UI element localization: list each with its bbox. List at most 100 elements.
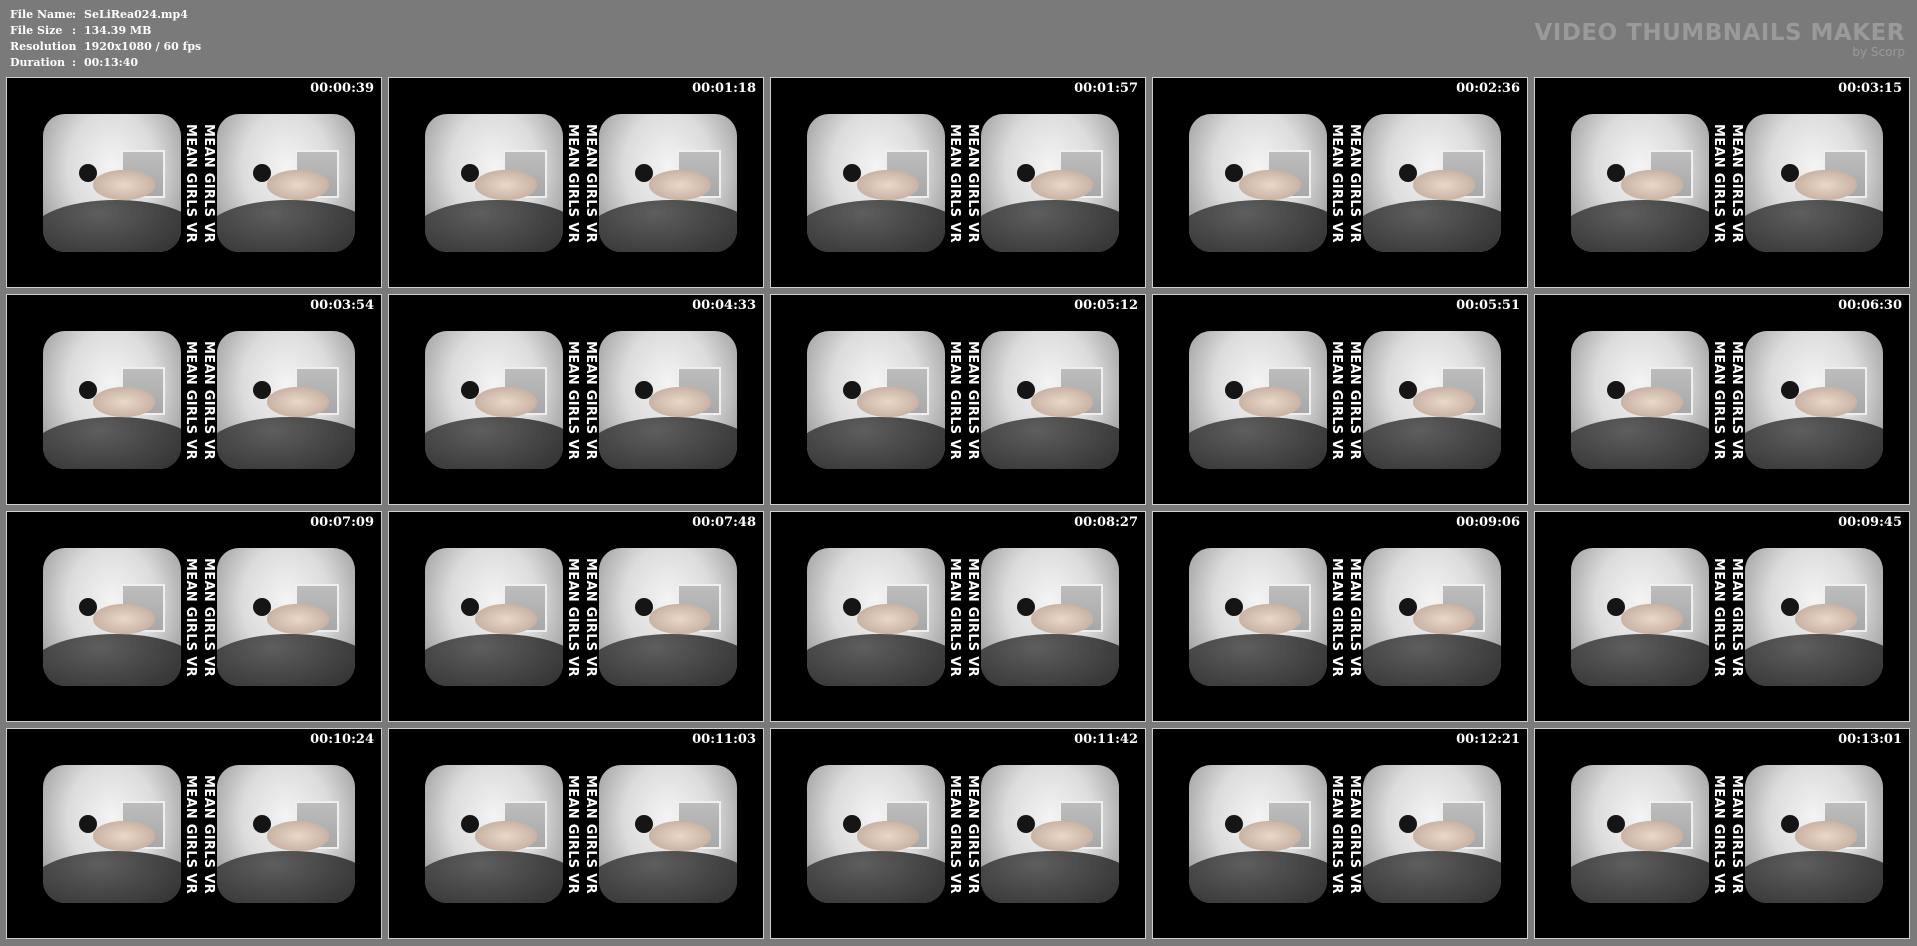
scene-bed	[1189, 200, 1327, 252]
vr-eye-view-left	[43, 114, 181, 252]
duration-row: Duration : 00:13:40	[10, 55, 201, 71]
watermark-label: MEAN GIRLS VR	[182, 340, 198, 460]
watermark-label: MEAN GIRLS VR	[964, 774, 980, 894]
scene-figure	[93, 604, 155, 634]
scene-hair	[253, 164, 271, 182]
scene-hair	[461, 815, 479, 833]
file-name-row: File Name : SeLiRea024.mp4	[10, 7, 201, 23]
vr-eye-view-right	[1745, 548, 1883, 686]
brand-watermark: VIDEO THUMBNAILS MAKER by Scorp	[1534, 20, 1905, 58]
vr-eye-view-left	[807, 765, 945, 903]
scene-bed	[1189, 634, 1327, 686]
thumbnail-frame: 00:04:33 MEAN GIRLS VR MEAN GIRLS VR	[388, 294, 764, 505]
timestamp: 00:08:27	[1074, 515, 1138, 530]
watermark-label: MEAN GIRLS VR	[1328, 123, 1344, 243]
vr-eye-view-left	[1189, 765, 1327, 903]
watermark-text: MEAN GIRLS VR	[1709, 114, 1727, 252]
vr-eye-view-left	[1571, 765, 1709, 903]
scene-hair	[1781, 381, 1799, 399]
scene-hair	[79, 598, 97, 616]
watermark-label: MEAN GIRLS VR	[1328, 557, 1344, 677]
brand-title: VIDEO THUMBNAILS MAKER	[1534, 20, 1905, 46]
watermark-label: MEAN GIRLS VR	[1710, 123, 1726, 243]
vr-eye-view-left	[43, 765, 181, 903]
timestamp: 00:03:15	[1838, 81, 1902, 96]
vr-eye-view-left	[425, 114, 563, 252]
thumbnail-grid: 00:00:39 MEAN GIRLS VR MEAN GIRLS VR 00:01:…	[6, 77, 1914, 941]
watermark-text: MEAN GIRLS VR	[1345, 548, 1363, 686]
vr-eye-view-left	[1189, 331, 1327, 469]
thumbnail-frame: 00:12:21 MEAN GIRLS VR MEAN GIRLS VR	[1152, 728, 1528, 939]
meta-label: File Name	[10, 8, 73, 21]
watermark-label: MEAN GIRLS VR	[1710, 557, 1726, 677]
watermark-label: MEAN GIRLS VR	[1710, 340, 1726, 460]
vr-eye-view-left	[1189, 548, 1327, 686]
watermark-label: MEAN GIRLS VR	[1728, 340, 1744, 460]
watermark-label: MEAN GIRLS VR	[564, 340, 580, 460]
scene-figure	[1031, 821, 1093, 851]
vr-eye-view-right	[217, 331, 355, 469]
brand-subtitle: by Scorp	[1852, 45, 1905, 59]
watermark-label: MEAN GIRLS VR	[582, 774, 598, 894]
scene-bed	[43, 851, 181, 903]
scene-bed	[1745, 417, 1883, 469]
timestamp: 00:11:03	[692, 732, 756, 747]
vr-eye-view-left	[1189, 114, 1327, 252]
thumbnail-frame: 00:01:57 MEAN GIRLS VR MEAN GIRLS VR	[770, 77, 1146, 288]
watermark-text: MEAN GIRLS VR	[1345, 114, 1363, 252]
scene-figure	[1239, 821, 1301, 851]
timestamp: 00:05:51	[1456, 298, 1520, 313]
timestamp: 00:07:48	[692, 515, 756, 530]
vr-eye-view-right	[1745, 114, 1883, 252]
vr-eye-view-right	[981, 114, 1119, 252]
scene-bed	[217, 200, 355, 252]
scene-hair	[843, 815, 861, 833]
meta-label: File Size	[10, 24, 63, 37]
watermark-label: MEAN GIRLS VR	[946, 340, 962, 460]
timestamp: 00:11:42	[1074, 732, 1138, 747]
scene-hair	[1399, 164, 1417, 182]
scene-bed	[981, 634, 1119, 686]
watermark-label: MEAN GIRLS VR	[1346, 557, 1362, 677]
thumbnail-frame: 00:13:01 MEAN GIRLS VR MEAN GIRLS VR	[1534, 728, 1910, 939]
meta-value: 134.39 MB	[84, 24, 152, 37]
watermark-text: MEAN GIRLS VR	[563, 114, 581, 252]
scene-figure	[1031, 387, 1093, 417]
meta-value: 00:13:40	[84, 56, 139, 69]
watermark-text: MEAN GIRLS VR	[1727, 765, 1745, 903]
scene-figure	[1239, 387, 1301, 417]
watermark-label: MEAN GIRLS VR	[182, 123, 198, 243]
scene-hair	[635, 598, 653, 616]
scene-bed	[981, 851, 1119, 903]
watermark-text: MEAN GIRLS VR	[1345, 765, 1363, 903]
watermark-text: MEAN GIRLS VR	[1709, 548, 1727, 686]
scene-hair	[1017, 381, 1035, 399]
watermark-text: MEAN GIRLS VR	[181, 548, 199, 686]
scene-hair	[843, 381, 861, 399]
meta-label: Resolution	[10, 40, 77, 53]
scene-figure	[1795, 604, 1857, 634]
watermark-text: MEAN GIRLS VR	[1709, 331, 1727, 469]
watermark-text: MEAN GIRLS VR	[963, 765, 981, 903]
scene-bed	[1363, 634, 1501, 686]
vr-eye-view-left	[43, 548, 181, 686]
file-size-row: File Size : 134.39 MB	[10, 23, 201, 39]
scene-bed	[217, 634, 355, 686]
scene-hair	[635, 164, 653, 182]
scene-figure	[1239, 170, 1301, 200]
scene-figure	[1621, 821, 1683, 851]
scene-figure	[1795, 387, 1857, 417]
scene-figure	[857, 170, 919, 200]
vr-eye-view-right	[217, 765, 355, 903]
scene-figure	[1621, 170, 1683, 200]
scene-figure	[475, 170, 537, 200]
timestamp: 00:12:21	[1456, 732, 1520, 747]
scene-hair	[1607, 815, 1625, 833]
scene-figure	[267, 821, 329, 851]
watermark-text: MEAN GIRLS VR	[563, 765, 581, 903]
scene-hair	[1781, 815, 1799, 833]
scene-bed	[425, 200, 563, 252]
meta-label: Duration	[10, 56, 66, 69]
scene-hair	[1225, 815, 1243, 833]
scene-hair	[1781, 164, 1799, 182]
